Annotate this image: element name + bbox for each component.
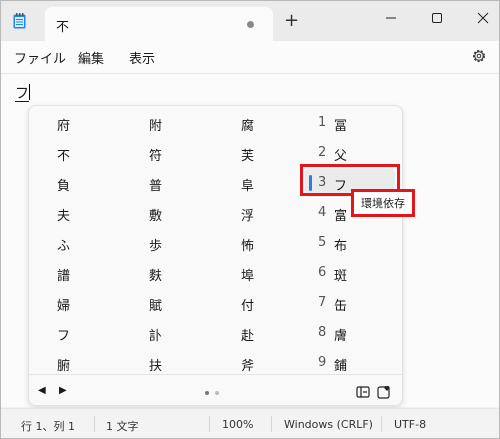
candidate[interactable]: 冨 — [334, 115, 347, 134]
minimize-icon — [386, 17, 396, 19]
candidate-tooltip: 環境依存 — [351, 189, 415, 217]
candidate[interactable]: 怖 — [241, 235, 254, 254]
candidate[interactable]: 負 — [57, 175, 70, 194]
candidate[interactable]: 膚 — [334, 325, 347, 344]
minimize-button[interactable] — [381, 10, 401, 26]
title-bar: 不 + — [1, 1, 499, 41]
menu-view[interactable]: 表示 — [129, 48, 155, 67]
candidate[interactable]: 鋪 — [334, 355, 347, 374]
menu-file[interactable]: ファイル — [14, 48, 66, 67]
candidate-number: 7 — [318, 295, 327, 310]
candidate[interactable]: 阜 — [241, 175, 254, 194]
candidate[interactable]: フ — [57, 325, 70, 344]
status-encoding[interactable]: UTF-8 — [394, 418, 426, 431]
composition-text: フ — [15, 86, 29, 102]
close-icon — [477, 12, 489, 24]
expand-panel-icon[interactable] — [356, 385, 370, 399]
candidate-number: 8 — [318, 325, 327, 340]
text-caret — [29, 84, 30, 100]
ime-candidate-window: 府 不 負 夫 ふ 譜 婦 フ 腑 附 符 普 敷 歩 麩 賦 訃 扶 腐 芙 … — [28, 105, 403, 406]
status-char-count: 1 文字 — [106, 420, 139, 433]
candidate[interactable]: 斧 — [241, 355, 254, 374]
candidate[interactable]: 府 — [57, 115, 70, 134]
maximize-icon — [432, 13, 442, 23]
candidate[interactable]: 婦 — [57, 295, 70, 314]
candidate[interactable]: 普 — [149, 175, 162, 194]
candidate[interactable]: 譜 — [57, 265, 70, 284]
document-tab[interactable]: 不 — [45, 7, 273, 41]
status-bar: 行 1、列 1 1 文字 100% Windows (CRLF) UTF-8 — [1, 408, 499, 438]
candidate[interactable]: 埠 — [241, 265, 254, 284]
candidate-number: 4 — [318, 205, 327, 220]
candidate[interactable]: 赴 — [241, 325, 254, 344]
candidate-number: 5 — [318, 235, 327, 250]
new-tab-plus-icon[interactable]: + — [284, 12, 299, 30]
candidate[interactable]: 符 — [149, 145, 162, 164]
candidate[interactable]: 缶 — [334, 295, 347, 314]
notepad-icon — [13, 13, 26, 29]
candidate[interactable]: 附 — [149, 115, 162, 134]
gear-icon[interactable] — [471, 48, 487, 64]
candidate[interactable]: 父 — [334, 145, 347, 164]
status-divider — [271, 416, 272, 432]
tab-title: 不 — [56, 20, 70, 35]
status-divider — [381, 416, 382, 432]
maximize-button[interactable] — [427, 10, 447, 26]
ime-footer-divider — [29, 374, 402, 375]
candidate[interactable]: 不 — [57, 145, 70, 164]
candidate[interactable]: 浮 — [241, 205, 254, 224]
candidate[interactable]: 腑 — [57, 355, 70, 374]
page-indicator-dot — [205, 391, 209, 395]
menu-edit[interactable]: 編集 — [78, 48, 104, 67]
candidate[interactable]: 敷 — [149, 205, 162, 224]
candidate[interactable]: 芙 — [241, 145, 254, 164]
candidate-number: 6 — [318, 265, 327, 280]
status-zoom[interactable]: 100% — [222, 418, 253, 431]
candidate-number: 9 — [318, 355, 327, 370]
menu-bar: ファイル 編集 表示 — [1, 41, 499, 74]
status-divider — [209, 416, 210, 432]
candidate[interactable]: ふ — [57, 235, 70, 254]
status-position: 行 1、列 1 — [21, 420, 75, 433]
candidate[interactable]: 歩 — [149, 235, 162, 254]
candidate[interactable]: 斑 — [334, 265, 347, 284]
unsaved-dot-icon[interactable] — [247, 21, 254, 28]
candidate-number: 2 — [318, 145, 327, 160]
status-divider — [94, 416, 95, 432]
candidate[interactable]: 賦 — [149, 295, 162, 314]
status-line-ending[interactable]: Windows (CRLF) — [284, 418, 373, 431]
candidate[interactable]: 富 — [334, 205, 347, 224]
candidate[interactable]: 布 — [334, 235, 347, 254]
candidate-number: 1 — [318, 115, 327, 130]
candidate[interactable]: 麩 — [149, 265, 162, 284]
candidate[interactable]: 訃 — [149, 325, 162, 344]
page-indicator-dot — [215, 391, 219, 395]
candidate[interactable]: 腐 — [241, 115, 254, 134]
candidate[interactable]: 夫 — [57, 205, 70, 224]
emoji-heart-icon[interactable] — [377, 385, 391, 399]
candidate[interactable]: 扶 — [149, 355, 162, 374]
prev-page-icon[interactable]: ◀ — [38, 385, 46, 396]
candidate[interactable]: 付 — [241, 295, 254, 314]
next-page-icon[interactable]: ▶ — [59, 385, 67, 396]
close-button[interactable] — [473, 10, 493, 26]
notepad-window: 不 + ファイル 編集 表示 フ 府 不 負 夫 ふ 譜 婦 フ 腑 附 符 普… — [0, 0, 500, 439]
